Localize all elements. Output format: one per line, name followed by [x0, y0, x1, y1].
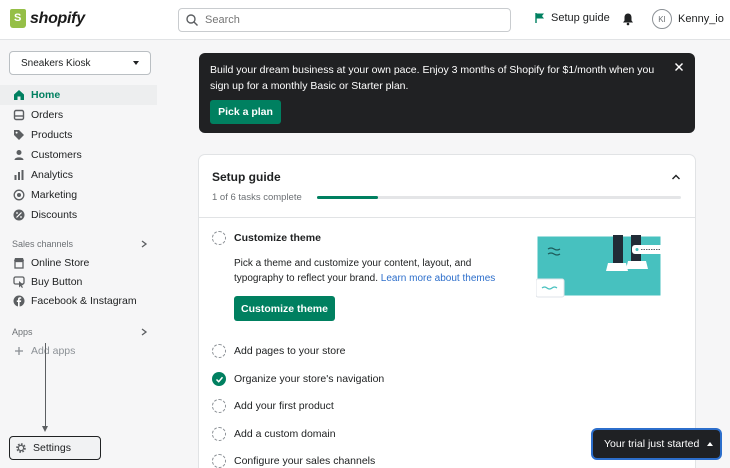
- tag-icon: [14, 130, 24, 140]
- home-icon: [14, 90, 24, 100]
- discount-icon: [13, 209, 25, 221]
- sidebar-item-label: Buy Button: [31, 276, 83, 288]
- chevron-right-icon[interactable]: [140, 240, 148, 248]
- plus-icon: [15, 347, 23, 355]
- store-name: Sneakers Kiosk: [21, 57, 91, 69]
- sidebar-item-label: Discounts: [31, 209, 78, 221]
- annotation-arrow-head: [42, 426, 48, 432]
- task-label: Add a custom domain: [234, 428, 336, 440]
- facebook-icon: [13, 295, 25, 307]
- task-organize-navigation[interactable]: Organize your store's navigation: [212, 372, 384, 386]
- setup-guide-link[interactable]: Setup guide: [534, 12, 610, 24]
- caret-up-icon: [707, 442, 714, 446]
- task-label: Customize theme: [234, 232, 321, 244]
- sidebar-item-label: Online Store: [31, 257, 90, 269]
- caret-down-icon: [133, 61, 139, 65]
- task-label: Organize your store's navigation: [234, 373, 385, 385]
- bar-chart-icon: [14, 170, 24, 180]
- task-label: Add your first product: [234, 400, 334, 412]
- sales-channels-heading: Sales channels: [12, 239, 74, 249]
- chevron-right-icon[interactable]: [140, 328, 148, 336]
- user-name: Kenny_io: [678, 13, 724, 25]
- sidebar: Sneakers Kiosk Home Orders Products Cust…: [0, 41, 157, 468]
- close-icon[interactable]: [674, 62, 684, 72]
- incomplete-circle-icon: [212, 344, 226, 358]
- sidebar-item-label: Analytics: [31, 169, 74, 181]
- promo-banner: Build your dream business at your own pa…: [199, 53, 695, 133]
- sidebar-item-label: Customers: [31, 149, 82, 161]
- incomplete-circle-icon: [212, 231, 226, 245]
- avatar: KI: [652, 9, 672, 29]
- sidebar-item-label: Facebook & Instagram: [31, 295, 137, 307]
- sidebar-item-online-store[interactable]: Online Store: [0, 253, 157, 273]
- target-icon: [13, 189, 25, 201]
- theme-illustration: [536, 235, 664, 305]
- sidebar-item-buy-button[interactable]: Buy Button: [0, 272, 157, 292]
- incomplete-circle-icon: [212, 399, 226, 413]
- flag-icon: [535, 13, 544, 23]
- progress-bar: [317, 196, 681, 199]
- sidebar-item-label: Settings: [33, 442, 71, 454]
- task-add-pages[interactable]: Add pages to your store: [212, 344, 346, 358]
- shopify-bag-icon: [10, 9, 26, 28]
- task-description: Pick a theme and customize your content,…: [234, 256, 504, 286]
- sidebar-item-label: Orders: [31, 109, 64, 121]
- progress-fill: [317, 196, 378, 199]
- task-customize-theme[interactable]: Customize theme: [212, 231, 321, 245]
- checkmark-icon: [212, 372, 226, 386]
- chevron-up-icon[interactable]: [671, 173, 681, 181]
- gear-icon: [16, 443, 26, 453]
- sidebar-item-marketing[interactable]: Marketing: [0, 185, 157, 205]
- shopify-logo[interactable]: shopify: [10, 9, 85, 28]
- setup-guide-card: Setup guide 1 of 6 tasks complete Custom…: [199, 155, 695, 468]
- banner-text: Build your dream business at your own pa…: [210, 64, 655, 92]
- orders-icon: [13, 109, 25, 121]
- apps-heading: Apps: [12, 327, 33, 337]
- cursor-icon: [13, 276, 25, 288]
- sidebar-item-analytics[interactable]: Analytics: [0, 165, 157, 185]
- incomplete-circle-icon: [212, 454, 226, 468]
- task-sales-channels[interactable]: Configure your sales channels: [212, 454, 375, 468]
- search-icon: [186, 14, 198, 26]
- task-custom-domain[interactable]: Add a custom domain: [212, 427, 336, 441]
- pick-a-plan-button[interactable]: Pick a plan: [210, 100, 281, 124]
- customize-theme-button[interactable]: Customize theme: [234, 296, 335, 321]
- incomplete-circle-icon: [212, 427, 226, 441]
- task-label: Add pages to your store: [234, 345, 346, 357]
- sidebar-item-facebook-instagram[interactable]: Facebook & Instagram: [0, 291, 157, 311]
- store-selector[interactable]: Sneakers Kiosk: [9, 51, 151, 75]
- task-label: Configure your sales channels: [234, 455, 376, 467]
- sidebar-item-add-apps[interactable]: Add apps: [0, 341, 157, 361]
- learn-more-link[interactable]: Learn more about themes: [381, 273, 496, 284]
- card-title: Setup guide: [212, 170, 281, 184]
- sidebar-item-orders[interactable]: Orders: [0, 105, 157, 125]
- trial-status-button[interactable]: Your trial just started: [593, 430, 720, 458]
- notification-bell-icon[interactable]: [621, 12, 635, 26]
- sidebar-item-settings[interactable]: Settings: [9, 436, 101, 460]
- search-bar[interactable]: [178, 8, 511, 32]
- annotation-arrow-line: [45, 343, 46, 429]
- sidebar-item-label: Marketing: [31, 189, 78, 201]
- search-input[interactable]: [205, 14, 485, 26]
- sidebar-item-discounts[interactable]: Discounts: [0, 205, 157, 225]
- sidebar-item-products[interactable]: Products: [0, 125, 157, 145]
- sidebar-item-customers[interactable]: Customers: [0, 145, 157, 165]
- top-bar: shopify Setup guide KI Kenny_io: [0, 0, 730, 40]
- user-menu[interactable]: KI Kenny_io: [652, 9, 724, 29]
- sidebar-item-label: Home: [31, 89, 61, 101]
- task-add-product[interactable]: Add your first product: [212, 399, 334, 413]
- setup-guide-label: Setup guide: [551, 12, 610, 24]
- store-icon: [14, 258, 24, 269]
- sidebar-item-home[interactable]: Home: [0, 85, 157, 105]
- sidebar-item-label: Products: [31, 129, 73, 141]
- progress-text: 1 of 6 tasks complete: [212, 192, 302, 203]
- sidebar-item-label: Add apps: [31, 345, 76, 357]
- logo-text: shopify: [30, 9, 85, 27]
- divider: [199, 217, 695, 218]
- person-icon: [14, 150, 24, 160]
- trial-label: Your trial just started: [604, 438, 700, 450]
